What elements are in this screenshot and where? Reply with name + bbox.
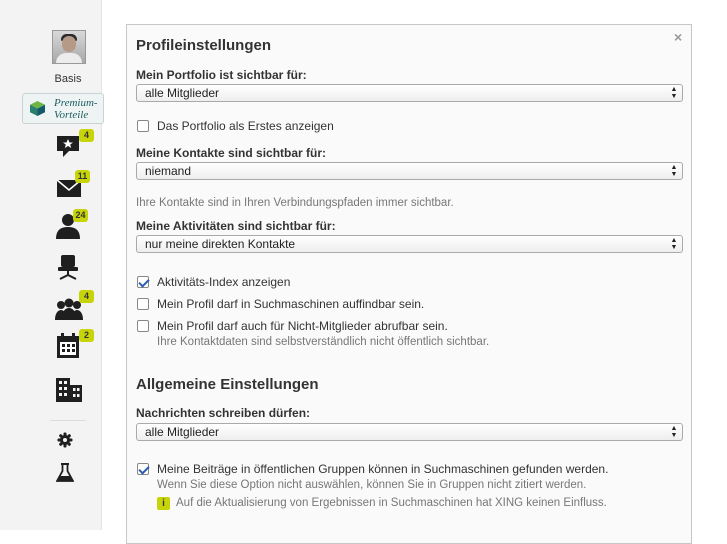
activity-index-checkbox[interactable] xyxy=(137,276,149,288)
activities-visibility-label: Meine Aktivitäten sind sichtbar für: xyxy=(136,219,336,233)
activities-visibility-value: nur meine direkten Kontakte xyxy=(145,237,296,251)
premium-benefits-button[interactable]: Premium- Vorteile xyxy=(22,93,104,124)
activity-badge: 4 xyxy=(79,129,94,142)
companies-building-icon[interactable] xyxy=(55,376,85,402)
premium-label-line2: Vorteile xyxy=(54,109,89,121)
non-members-checkbox[interactable] xyxy=(137,320,149,332)
gear-icon[interactable] xyxy=(57,432,73,448)
info-icon: i xyxy=(157,497,170,510)
messages-permission-label: Nachrichten schreiben dürfen: xyxy=(136,406,311,420)
portfolio-visibility-value: alle Mitglieder xyxy=(145,86,220,100)
group-posts-label: Meine Beiträge in öffentlichen Gruppen k… xyxy=(157,462,609,476)
membership-label: Basis xyxy=(54,73,82,85)
office-chair-icon[interactable] xyxy=(55,254,85,280)
labs-flask-icon[interactable] xyxy=(56,463,74,483)
groups-badge: 4 xyxy=(79,290,94,303)
select-arrows-icon: ▲ ▼ xyxy=(670,237,678,251)
general-settings-heading: Allgemeine Einstellungen xyxy=(136,376,319,393)
portfolio-visibility-label: Mein Portfolio ist sichtbar für: xyxy=(136,68,307,82)
search-engine-info-text: Auf die Aktualisierung von Ergebnissen i… xyxy=(176,497,607,509)
select-arrows-icon: ▲ ▼ xyxy=(670,425,678,439)
contacts-badge: 24 xyxy=(73,209,88,222)
messages-permission-select[interactable]: alle Mitglieder ▲ ▼ xyxy=(136,423,683,441)
portfolio-first-label: Das Portfolio als Erstes anzeigen xyxy=(157,119,334,133)
messages-badge: 11 xyxy=(75,170,90,183)
events-badge: 2 xyxy=(79,329,94,342)
activity-index-label: Aktivitäts-Index anzeigen xyxy=(157,275,291,289)
close-icon[interactable]: × xyxy=(674,29,682,45)
non-members-hint: Ihre Kontaktdaten sind selbstverständlic… xyxy=(157,336,490,348)
search-engines-checkbox[interactable] xyxy=(137,298,149,310)
select-arrows-icon: ▲ ▼ xyxy=(670,86,678,100)
group-posts-checkbox[interactable] xyxy=(137,463,149,475)
profile-settings-heading: Profileinstellungen xyxy=(136,37,272,54)
activities-visibility-select[interactable]: nur meine direkten Kontakte ▲ ▼ xyxy=(136,235,683,253)
xing-cube-icon xyxy=(30,101,45,116)
portfolio-visibility-select[interactable]: alle Mitglieder ▲ ▼ xyxy=(136,84,683,102)
search-engines-label: Mein Profil darf in Suchmaschinen auffin… xyxy=(157,297,425,311)
group-posts-hint: Wenn Sie diese Option nicht auswählen, k… xyxy=(157,479,587,491)
contacts-visibility-value: niemand xyxy=(145,164,192,178)
contacts-visibility-select[interactable]: niemand ▲ ▼ xyxy=(136,162,683,180)
select-arrows-icon: ▲ ▼ xyxy=(670,164,678,178)
messages-permission-value: alle Mitglieder xyxy=(145,425,220,439)
contacts-hint: Ihre Kontakte sind in Ihren Verbindungsp… xyxy=(136,197,454,209)
premium-label-line1: Premium- xyxy=(54,97,98,109)
avatar[interactable] xyxy=(52,30,86,64)
non-members-label: Mein Profil darf auch für Nicht-Mitglied… xyxy=(157,319,448,333)
portfolio-first-checkbox[interactable] xyxy=(137,120,149,132)
sidebar-divider xyxy=(50,420,86,421)
contacts-visibility-label: Meine Kontakte sind sichtbar für: xyxy=(136,146,327,160)
